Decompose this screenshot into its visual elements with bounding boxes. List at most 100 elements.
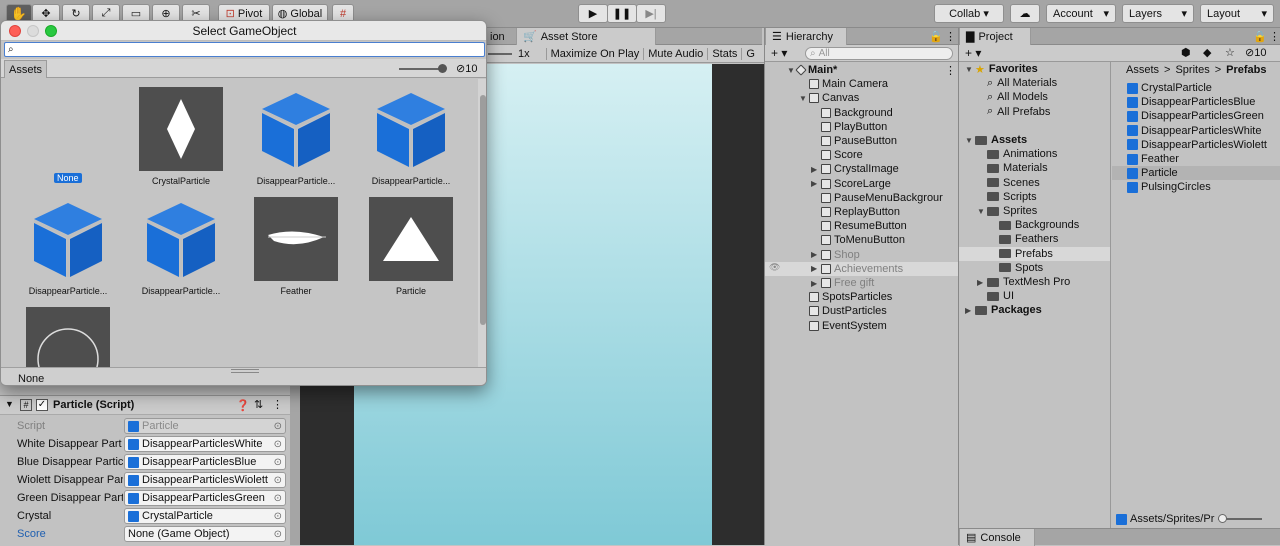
- project-tree-item[interactable]: Animations: [959, 147, 1110, 161]
- expand-arrow-icon[interactable]: ▼: [965, 65, 975, 74]
- project-tree-item[interactable]: ▶ TextMesh Pro: [959, 275, 1110, 289]
- hierarchy-search[interactable]: ⌕ All: [805, 47, 953, 60]
- mute-toggle[interactable]: Mute Audio: [643, 47, 707, 60]
- project-tree-item[interactable]: UI: [959, 289, 1110, 303]
- hierarchy-item[interactable]: SpotsParticles: [765, 290, 959, 304]
- project-tree-item[interactable]: ⌕ All Prefabs: [959, 105, 1110, 119]
- hierarchy-item[interactable]: ▶ Free gift: [765, 276, 959, 290]
- scrollbar-thumb[interactable]: [480, 95, 486, 325]
- hierarchy-item[interactable]: ▼ Main* ⋮: [765, 63, 959, 77]
- project-tree-item[interactable]: Materials: [959, 161, 1110, 175]
- tab-game[interactable]: ion: [484, 28, 511, 45]
- hierarchy-item[interactable]: ResumeButton: [765, 219, 959, 233]
- hierarchy-item[interactable]: DustParticles: [765, 304, 959, 318]
- expand-arrow-icon[interactable]: ▶: [965, 306, 975, 315]
- layers-dropdown[interactable]: Layers ▾: [1122, 4, 1194, 23]
- tab-console[interactable]: ▤ Console: [959, 529, 1035, 546]
- project-tree-item[interactable]: ⌕ All Models: [959, 90, 1110, 104]
- create-dropdown[interactable]: + ▾: [965, 46, 981, 60]
- maximize-toggle[interactable]: Maximize On Play: [545, 47, 644, 60]
- expand-arrow-icon[interactable]: ▶: [977, 278, 987, 287]
- dialog-scrollbar[interactable]: [478, 79, 486, 369]
- filter-type-icon[interactable]: ⬢: [1181, 46, 1191, 59]
- project-tree-item[interactable]: Scenes: [959, 176, 1110, 190]
- preset-icon[interactable]: ⇅: [254, 398, 263, 411]
- cloud-button[interactable]: ☁: [1010, 4, 1040, 23]
- tab-hierarchy[interactable]: ☰ Hierarchy: [765, 28, 847, 45]
- project-tree-item[interactable]: ⌕ All Materials: [959, 76, 1110, 90]
- project-tree-item[interactable]: Prefabs: [959, 246, 1110, 261]
- object-picker-icon[interactable]: ⊙: [274, 511, 282, 522]
- hierarchy-item[interactable]: ReplayButton: [765, 205, 959, 219]
- collab-dropdown[interactable]: Collab ▾: [934, 4, 1004, 23]
- inspector-object-field[interactable]: CrystalParticle ⊙: [124, 508, 286, 524]
- project-file-item[interactable]: DisappearParticlesWiolett: [1112, 138, 1280, 152]
- hierarchy-item[interactable]: PauseMenuBackgrour: [765, 191, 959, 205]
- project-tree-item[interactable]: [959, 119, 1110, 133]
- hierarchy-item[interactable]: Main Camera: [765, 77, 959, 91]
- inspector-object-field[interactable]: DisappearParticlesWhite ⊙: [124, 436, 286, 452]
- fold-arrow-icon[interactable]: ▼: [5, 399, 14, 409]
- create-dropdown[interactable]: + ▾: [771, 46, 787, 60]
- inspector-object-field[interactable]: DisappearParticlesGreen ⊙: [124, 490, 286, 506]
- project-tree-item[interactable]: ▶ Packages: [959, 303, 1110, 317]
- hierarchy-item[interactable]: ▶ ScoreLarge: [765, 177, 959, 191]
- object-picker-icon[interactable]: ⊙: [274, 475, 282, 486]
- scale-slider[interactable]: [488, 52, 512, 55]
- scene-menu-icon[interactable]: ⋮: [945, 64, 956, 77]
- project-file-item[interactable]: CrystalParticle: [1112, 81, 1280, 95]
- dialog-size-slider[interactable]: [399, 64, 447, 73]
- more-icon[interactable]: ⋮: [272, 398, 283, 411]
- project-file-item[interactable]: PulsingCircles: [1112, 180, 1280, 194]
- expand-arrow-icon[interactable]: ▶: [811, 179, 821, 188]
- project-tree-item[interactable]: Scripts: [959, 190, 1110, 204]
- project-tree-item[interactable]: ▼ Assets: [959, 133, 1110, 147]
- project-tree-item[interactable]: ▼ ★ Favorites: [959, 62, 1110, 76]
- tab-asset-store[interactable]: 🛒 Asset Store: [516, 28, 656, 45]
- hierarchy-item[interactable]: PauseButton: [765, 134, 959, 148]
- tab-project[interactable]: ▇ Project: [959, 28, 1031, 45]
- project-file-item[interactable]: Particle: [1112, 166, 1280, 181]
- expand-arrow-icon[interactable]: ▼: [965, 136, 975, 145]
- lock-icon[interactable]: 🔒: [1253, 30, 1267, 43]
- project-file-item[interactable]: DisappearParticlesBlue: [1112, 95, 1280, 109]
- expand-arrow-icon[interactable]: ▼: [977, 207, 987, 216]
- lock-icon[interactable]: 🔒: [929, 30, 943, 43]
- expand-arrow-icon[interactable]: ▶: [811, 165, 821, 174]
- pause-button[interactable]: ❚❚: [607, 4, 637, 23]
- hierarchy-item[interactable]: ToMenuButton: [765, 233, 959, 247]
- hierarchy-item[interactable]: ▶ CrystalImage: [765, 162, 959, 176]
- expand-arrow-icon[interactable]: ▼: [799, 94, 809, 103]
- hierarchy-item[interactable]: Score: [765, 148, 959, 162]
- visibility-icon[interactable]: 👁: [769, 262, 780, 273]
- project-tree-item[interactable]: Feathers: [959, 232, 1110, 246]
- hierarchy-item[interactable]: ▶ Shop: [765, 248, 959, 262]
- resize-handle[interactable]: [231, 369, 259, 373]
- hierarchy-item[interactable]: Background: [765, 106, 959, 120]
- gizmos-toggle[interactable]: G: [741, 47, 759, 60]
- project-tree-item[interactable]: Backgrounds: [959, 218, 1110, 232]
- inspector-scrollbar[interactable]: [290, 385, 300, 545]
- star-icon[interactable]: ☆: [1225, 46, 1235, 59]
- label-icon[interactable]: ◆: [1203, 46, 1211, 59]
- object-picker-icon[interactable]: ⊙: [274, 421, 282, 432]
- enabled-checkbox[interactable]: ✓: [36, 399, 48, 411]
- project-file-item[interactable]: DisappearParticlesWhite: [1112, 124, 1280, 138]
- object-picker-icon[interactable]: ⊙: [274, 457, 282, 468]
- inspector-object-field[interactable]: DisappearParticlesWiolett ⊙: [124, 472, 286, 488]
- hierarchy-item[interactable]: ▶ Achievements: [765, 261, 959, 276]
- object-picker-icon[interactable]: ⊙: [274, 493, 282, 504]
- project-tree-item[interactable]: ▼ Sprites: [959, 204, 1110, 218]
- play-button[interactable]: ▶: [578, 4, 608, 23]
- project-tree-item[interactable]: Spots: [959, 261, 1110, 275]
- stats-toggle[interactable]: Stats: [707, 47, 741, 60]
- object-picker-icon[interactable]: ⊙: [274, 439, 282, 450]
- project-file-item[interactable]: DisappearParticlesGreen: [1112, 109, 1280, 123]
- size-slider[interactable]: [1218, 514, 1263, 523]
- hierarchy-item[interactable]: PlayButton: [765, 120, 959, 134]
- step-button[interactable]: ▶|: [636, 4, 666, 23]
- breadcrumb-assets[interactable]: Assets: [1126, 64, 1159, 76]
- expand-arrow-icon[interactable]: ▶: [811, 264, 821, 273]
- expand-arrow-icon[interactable]: ▶: [811, 250, 821, 259]
- hierarchy-item[interactable]: EventSystem: [765, 319, 959, 333]
